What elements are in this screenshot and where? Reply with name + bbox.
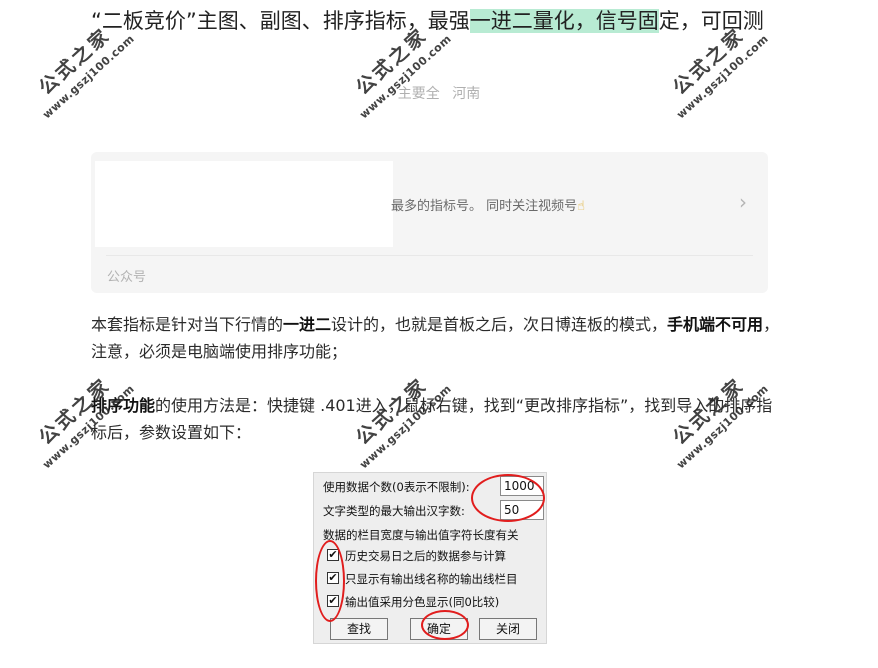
account-card[interactable]: 最多的指标号。 同时关注视频号☝ › 公众号 — [91, 152, 768, 293]
pointing-hand-icon: ☝ — [577, 199, 586, 214]
p1-bold-a: 一进二 — [283, 315, 332, 334]
watermark-url: www.gszj100.com — [357, 32, 455, 122]
p2-bold: 排序功能 — [91, 396, 156, 415]
watermark-url: www.gszj100.com — [674, 32, 772, 122]
paragraph-intro: 本套指标是针对当下行情的一进二设计的，也就是首板之后，次日博连板的模式，手机端不… — [91, 311, 781, 365]
article-title: “二板竞价”主图、副图、排序指标，最强一进二量化，信号固定，可回测 — [91, 6, 781, 37]
meta-author[interactable]: 主要全 — [398, 86, 440, 102]
checkbox-named-lines-label: 只显示有输出线名称的输出线栏目 — [345, 572, 518, 586]
card-description: 最多的指标号。 同时关注视频号☝ — [391, 195, 585, 214]
chevron-right-icon[interactable]: › — [739, 190, 747, 214]
card-description-text: 最多的指标号。 同时关注视频号 — [391, 199, 578, 214]
p2-text: 的使用方法是：快捷键 .401进入，鼠标右键，找到“更改排序指标”，找到导入的排… — [91, 396, 773, 442]
annotation-ring-ok — [421, 610, 469, 640]
paragraph-usage: 排序功能的使用方法是：快捷键 .401进入，鼠标右键，找到“更改排序指标”，找到… — [91, 392, 781, 446]
watermark-url: www.gszj100.com — [40, 32, 138, 122]
title-text-1: “二板竞价”主图、副图、排序指标，最强 — [91, 9, 470, 33]
data-count-label: 使用数据个数(0表示不限制): — [323, 480, 470, 494]
title-text-2: 定，可回测 — [658, 9, 764, 33]
article-meta: 主要全 河南 — [0, 83, 878, 103]
meta-location: 河南 — [452, 86, 481, 102]
find-button[interactable]: 查找 — [330, 618, 388, 640]
p1-bold-b: 手机端不可用 — [667, 315, 764, 334]
checkbox-color-display-label: 输出值采用分色显示(同0比较) — [345, 595, 500, 609]
p1-text-b: 设计的，也就是首板之后，次日博连板的模式， — [331, 315, 668, 334]
p1-text-a: 本套指标是针对当下行情的 — [91, 315, 284, 334]
close-button[interactable]: 关闭 — [479, 618, 537, 640]
card-thumbnail — [95, 161, 393, 247]
annotation-ring-checkboxes — [315, 540, 345, 622]
annotation-ring-fields — [471, 474, 545, 522]
card-source-label: 公众号 — [107, 270, 147, 285]
title-highlight: 一进二量化，信号固 — [469, 9, 659, 33]
card-divider — [106, 255, 753, 256]
column-width-note: 数据的栏目宽度与输出值字符长度有关 — [323, 528, 519, 542]
max-chars-label: 文字类型的最大输出汉字数: — [323, 504, 465, 518]
checkbox-history-label: 历史交易日之后的数据参与计算 — [345, 549, 506, 563]
